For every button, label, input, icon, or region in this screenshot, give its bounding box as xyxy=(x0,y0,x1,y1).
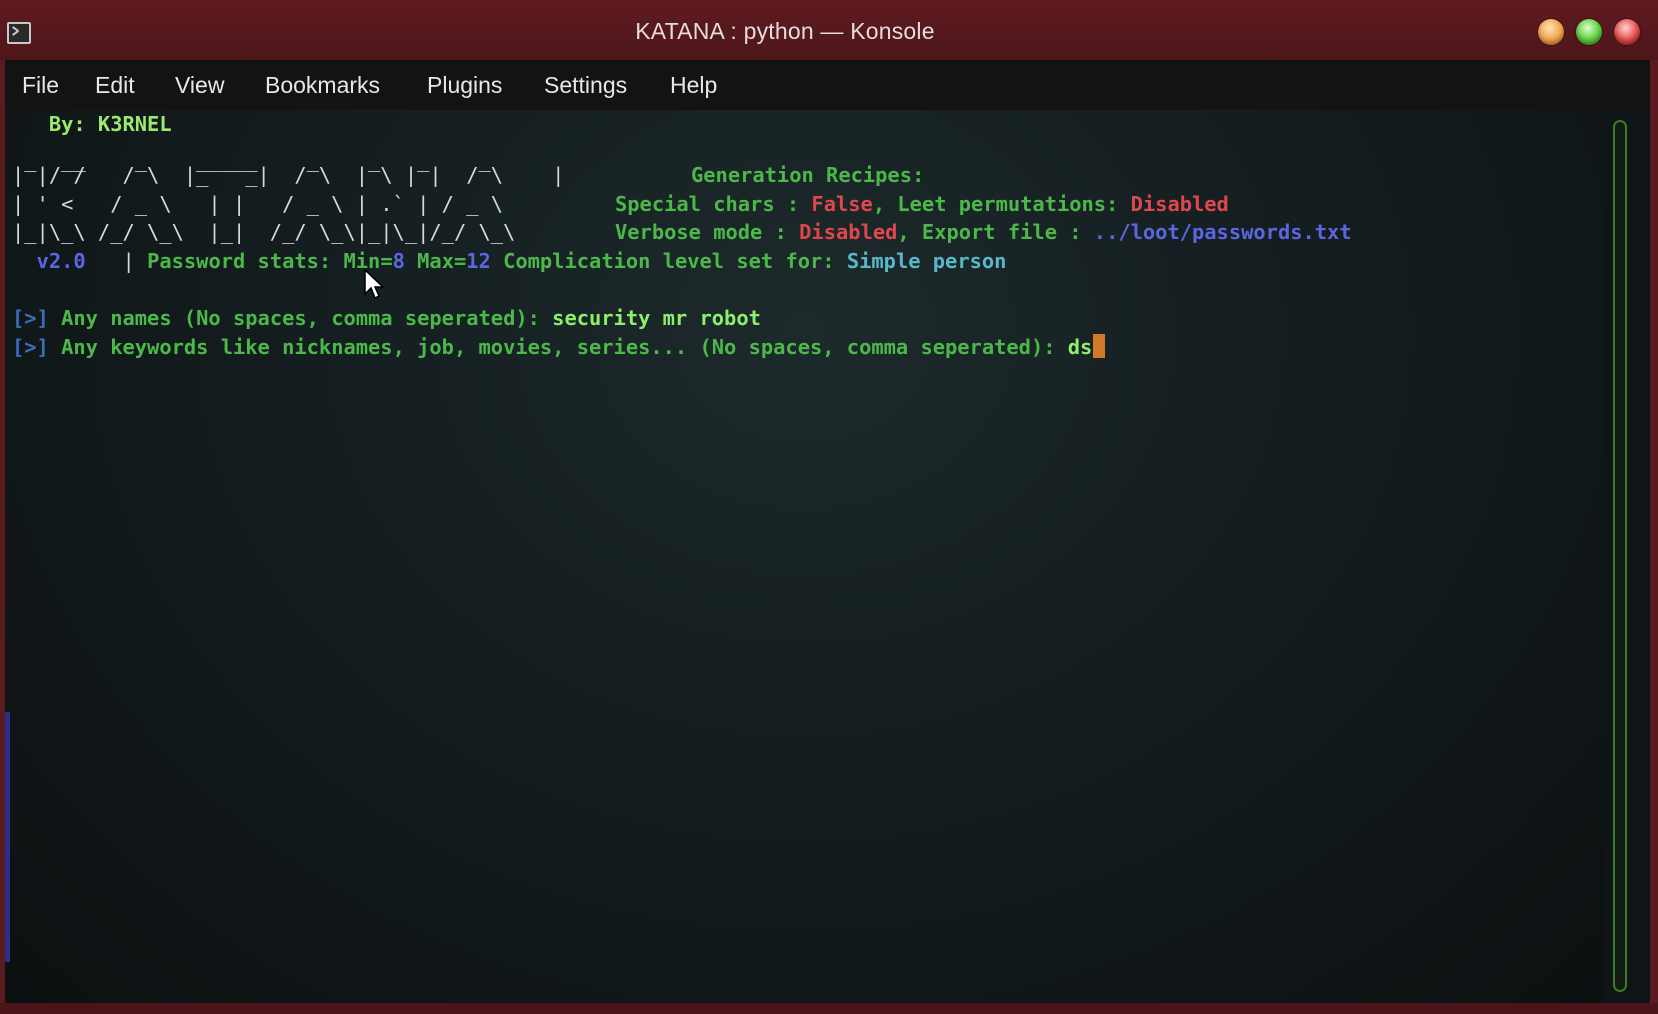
leet-value: Disabled xyxy=(1130,192,1229,216)
version-label: v2.0 xyxy=(12,249,86,273)
names-answer: security mr robot xyxy=(552,306,761,330)
terminal-edge-marker xyxy=(5,712,10,962)
window-title: KATANA : python — Konsole xyxy=(635,18,935,44)
keywords-input[interactable]: ds xyxy=(1068,335,1093,359)
max-value: 12 xyxy=(466,249,491,273)
ascii-logo-line-2-row: | |/ / / \ |_ _| / \ | \ | | / \ | xyxy=(12,161,564,189)
ascii-logo-line-2: | |/ / / \ |_ _| / \ | \ | | / \ | xyxy=(12,163,565,187)
verbose-label: Verbose mode : xyxy=(615,220,800,244)
stats-separator: | xyxy=(85,249,148,273)
ascii-logo-line-3-row: | ' < / _ \ | | / _ \ | .` | / _ \ xyxy=(12,190,503,218)
menu-bar: File Edit View Bookmarks Plugins Setting… xyxy=(5,60,1650,110)
menu-edit[interactable]: Edit xyxy=(95,72,135,99)
min-value: 8 xyxy=(392,249,405,273)
prompt-names-text: Any names (No spaces, comma seperated): xyxy=(48,306,553,330)
prompt-marker: [>] xyxy=(12,306,49,330)
title-bar[interactable]: KATANA : python — Konsole xyxy=(0,0,1658,60)
konsole-window: KATANA : python — Konsole File Edit View… xyxy=(0,0,1658,1014)
menu-settings[interactable]: Settings xyxy=(544,72,627,99)
ascii-logo-line-4-row: |_|\_\ /_/ \_\ |_| /_/ \_\|_|\_|/_/ \_\ xyxy=(12,218,515,246)
verbose-value: Disabled xyxy=(799,220,898,244)
prompt-names-line: [>] Any names (No spaces, comma seperate… xyxy=(12,304,761,332)
window-bottom-border xyxy=(0,1003,1658,1014)
menu-file[interactable]: File xyxy=(22,72,59,99)
menu-plugins[interactable]: Plugins xyxy=(427,72,502,99)
special-chars-value: False xyxy=(811,192,873,216)
stats-line: v2.0 | Password stats: Min=8 Max=12 Comp… xyxy=(12,247,1007,275)
export-label: , Export file : xyxy=(897,220,1094,244)
stats-label: Password stats: xyxy=(147,249,344,273)
text-cursor xyxy=(1093,334,1106,358)
author-line: By: K3RNEL xyxy=(12,112,172,136)
prompt-keywords-line: [>] Any keywords like nicknames, job, mo… xyxy=(12,333,1106,361)
max-label: Max= xyxy=(404,249,467,273)
verbose-line: Verbose mode : Disabled, Export file : .… xyxy=(615,218,1352,246)
leet-label: , Leet permutations: xyxy=(872,192,1131,216)
ascii-logo-line-4: |_|\_\ /_/ \_\ |_| /_/ \_\|_|\_|/_/ \_\ xyxy=(12,220,516,244)
minimize-button[interactable] xyxy=(1538,19,1564,45)
scrollbar-track[interactable] xyxy=(1605,110,1650,1003)
special-chars-line: Special chars : False, Leet permutations… xyxy=(615,190,1229,218)
mouse-pointer-icon xyxy=(364,268,385,300)
scrollbar-thumb[interactable] xyxy=(1613,120,1627,992)
maximize-button[interactable] xyxy=(1576,19,1602,45)
terminal-area[interactable]: By: K3RNEL _ __ _ _____ _ _ _ _ | |/ / /… xyxy=(5,110,1605,1003)
special-chars-label: Special chars : xyxy=(615,192,812,216)
complication-value: Simple person xyxy=(846,249,1007,273)
close-button[interactable] xyxy=(1614,19,1640,45)
export-path: ../loot/passwords.txt xyxy=(1093,220,1352,244)
prompt-keywords-text: Any keywords like nicknames, job, movies… xyxy=(48,335,1068,359)
prompt-marker: [>] xyxy=(12,335,49,359)
menu-help[interactable]: Help xyxy=(670,72,717,99)
recipes-heading: Generation Recipes: xyxy=(691,163,925,187)
menu-view[interactable]: View xyxy=(175,72,224,99)
complication-label: Complication level set for: xyxy=(490,249,847,273)
ascii-logo-line-3: | ' < / _ \ | | / _ \ | .` | / _ \ xyxy=(12,192,504,216)
menu-bookmarks[interactable]: Bookmarks xyxy=(265,72,380,99)
